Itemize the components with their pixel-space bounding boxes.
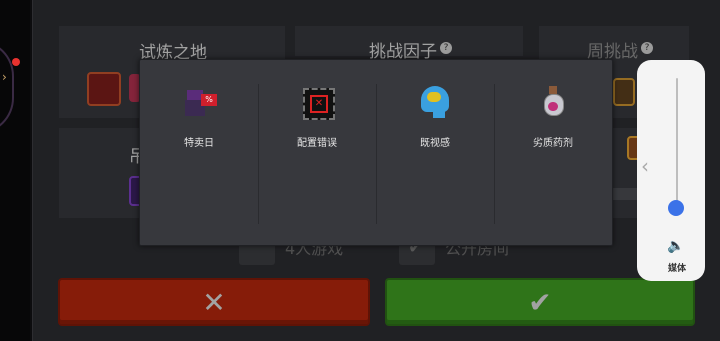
notification-dot <box>12 58 20 66</box>
misconfigured-film-icon: ✕ <box>299 84 335 120</box>
volume-panel: ‹ 🔈 媒体 <box>637 60 705 281</box>
bad-potion-icon <box>535 84 571 120</box>
cancel-button[interactable]: ✕ <box>58 278 370 326</box>
factor-label: 配置错误 <box>297 138 337 149</box>
media-label: 媒体 <box>667 264 686 274</box>
confirm-button[interactable]: ✔ <box>385 278 695 326</box>
chest-icon <box>613 78 635 106</box>
factor-misconfigured[interactable]: ✕ 配置错误 <box>258 84 376 149</box>
factor-deja-vu[interactable]: 既视感 <box>376 84 494 149</box>
help-icon[interactable]: ? <box>641 42 653 55</box>
factor-label: 既视感 <box>420 138 450 149</box>
chevron-right-icon: › <box>2 70 7 84</box>
challenge-factor-tile[interactable]: 挑战因子? <box>295 26 523 62</box>
factor-sale-day[interactable]: % 特卖日 <box>140 84 258 149</box>
challenge-factors-popup: % 特卖日 ✕ 配置错误 既视感 劣质药剂 <box>139 59 613 246</box>
sale-merchant-icon: % <box>181 84 217 120</box>
chevron-left-icon[interactable]: ‹ <box>641 154 649 178</box>
volume-slider-track[interactable] <box>676 78 678 208</box>
edge-decoration <box>0 40 14 134</box>
volume-slider-knob[interactable] <box>668 200 684 216</box>
close-icon: ✕ <box>202 285 226 319</box>
demon-mask-icon <box>87 72 121 106</box>
factor-label: 特卖日 <box>184 138 214 149</box>
checkmark-icon: ✔ <box>528 285 552 319</box>
left-edge-strip: › <box>0 0 30 341</box>
factor-label: 劣质药剂 <box>533 138 573 149</box>
deja-vu-brain-icon <box>417 84 453 120</box>
speaker-icon[interactable]: 🔈 <box>667 238 684 254</box>
help-icon[interactable]: ? <box>440 42 452 55</box>
factor-bad-potion[interactable]: 劣质药剂 <box>494 84 612 149</box>
